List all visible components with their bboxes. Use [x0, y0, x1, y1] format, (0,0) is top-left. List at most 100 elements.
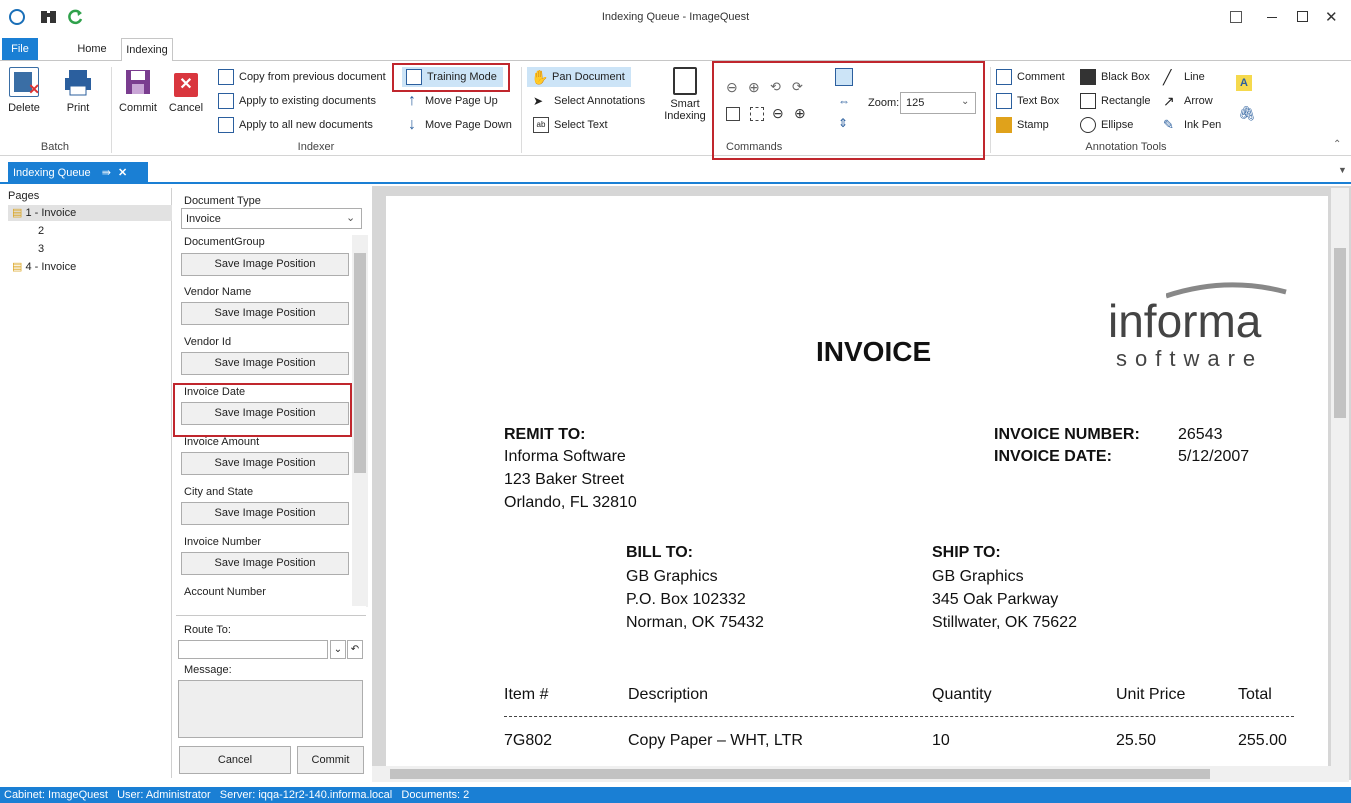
zoom-select[interactable]: 125 ⌄: [900, 92, 976, 114]
pin-icon[interactable]: ⇛: [102, 167, 111, 179]
next-icon[interactable]: ⊕: [748, 79, 760, 96]
ribbon: ✕ Delete Print Batch Commit ✕ Cancel Cop…: [0, 60, 1351, 160]
save-image-position-button[interactable]: Save Image Position: [181, 502, 349, 525]
attachment-icon[interactable]: 🖇: [1238, 105, 1256, 122]
fit-width-icon[interactable]: ⇔: [838, 94, 850, 108]
invoice-page: INVOICE informa software REMIT TO: Infor…: [386, 196, 1328, 766]
ellipse-icon: [1080, 117, 1096, 133]
text-box-button[interactable]: Text Box: [996, 91, 1059, 111]
tab-dropdown-icon[interactable]: ▼: [1338, 165, 1347, 175]
undo-icon[interactable]: ↶: [347, 640, 363, 659]
close-button[interactable]: ✕: [1325, 8, 1338, 26]
page-item[interactable]: ▤ 1 - Invoice: [8, 205, 172, 221]
save-image-position-button[interactable]: Save Image Position: [181, 352, 349, 375]
apply-icon: [218, 93, 234, 109]
chevron-down-icon[interactable]: ⌄: [330, 640, 346, 659]
tab-indexing[interactable]: Indexing: [121, 38, 173, 61]
ink-pen-button[interactable]: ✎ Ink Pen: [1163, 115, 1221, 135]
ship-line: GB Graphics: [932, 568, 1024, 585]
table-cell: 10: [932, 732, 950, 749]
pan-label: Pan Document: [552, 71, 625, 83]
commit-button[interactable]: Commit: [297, 746, 364, 774]
fit-page-icon[interactable]: [835, 68, 853, 86]
select-text-button[interactable]: ab Select Text: [533, 115, 608, 135]
smart-indexing-button[interactable]: Smart Indexing: [660, 67, 710, 122]
page-doc-icon: ▤: [12, 207, 23, 219]
column-header: Description: [628, 686, 709, 703]
arrow-down-icon: ↓: [408, 116, 416, 133]
save-image-position-button[interactable]: Save Image Position: [181, 452, 349, 475]
highlight-text-icon[interactable]: A: [1236, 75, 1252, 91]
save-image-position-button[interactable]: Save Image Position: [181, 253, 349, 276]
ribbon-display-icon[interactable]: [1230, 11, 1242, 23]
table-cell: 7G802: [504, 732, 553, 749]
rectangle-button[interactable]: Rectangle: [1080, 91, 1151, 111]
document-tab-bar: Indexing Queue ⇛ ✕ ▼: [0, 160, 1351, 184]
fit-height-icon[interactable]: ⇕: [838, 116, 848, 130]
arrow-button[interactable]: ↗ Arrow: [1163, 91, 1213, 111]
rotate-left-icon[interactable]: ⟲: [770, 79, 781, 95]
rotate-right-icon[interactable]: ⟳: [792, 79, 803, 95]
move-page-down-button[interactable]: ↓ Move Page Down: [404, 115, 512, 135]
scrollbar-thumb[interactable]: [354, 253, 366, 473]
invoice-number-label: INVOICE NUMBER:: [994, 426, 1140, 443]
remit-line: 123 Baker Street: [504, 471, 625, 488]
apply-new-icon: [218, 117, 234, 133]
cancel-ribbon-button[interactable]: ✕ Cancel: [164, 67, 208, 114]
close-tab-icon[interactable]: ✕: [118, 167, 127, 179]
scrollbar-thumb[interactable]: [390, 769, 1210, 779]
zoom-in-icon[interactable]: ⊕: [794, 105, 806, 122]
print-button[interactable]: Print: [56, 67, 100, 114]
scrollbar-thumb[interactable]: [1334, 248, 1346, 418]
stamp-icon: [996, 117, 1012, 133]
previous-icon[interactable]: ⊖: [726, 79, 738, 96]
document-type-select[interactable]: Invoice ⌄: [181, 208, 362, 229]
move-page-up-button[interactable]: ↑ Move Page Up: [404, 91, 498, 111]
tab-file[interactable]: File: [2, 38, 38, 60]
commit-button[interactable]: Commit: [116, 67, 160, 114]
select-annotations-button[interactable]: ➤ Select Annotations: [533, 91, 645, 111]
save-image-position-button[interactable]: Save Image Position: [181, 552, 349, 575]
fields-scrollbar[interactable]: [352, 235, 368, 607]
comment-icon: [996, 69, 1012, 85]
viewer-hscrollbar[interactable]: [372, 766, 1349, 782]
apply-new-button[interactable]: Apply to all new documents: [218, 115, 373, 135]
cancel-button[interactable]: Cancel: [179, 746, 291, 774]
status-bar: Cabinet: ImageQuest User: Administrator …: [0, 787, 1351, 803]
bill-line: GB Graphics: [626, 568, 718, 585]
zoom-rect-icon[interactable]: [750, 107, 764, 121]
delete-button[interactable]: ✕ Delete: [2, 67, 46, 114]
page-doc-icon: ▤: [12, 261, 23, 273]
annotation-group-label: Annotation Tools: [1085, 141, 1167, 153]
viewer-vscrollbar[interactable]: [1331, 188, 1349, 766]
column-header: Item #: [504, 686, 549, 703]
zoom-out-icon[interactable]: ⊖: [772, 105, 784, 122]
ink-pen-icon: ✎: [1163, 117, 1174, 132]
black-box-button[interactable]: Black Box: [1080, 67, 1150, 87]
maximize-button[interactable]: [1297, 11, 1308, 22]
collapse-ribbon-icon[interactable]: ⌃: [1333, 139, 1341, 150]
thumbnail-icon[interactable]: [726, 107, 740, 121]
tab-home[interactable]: Home: [72, 38, 112, 60]
message-textarea[interactable]: [178, 680, 363, 738]
table-cell: 25.50: [1116, 732, 1157, 749]
route-to-select[interactable]: [178, 640, 328, 659]
minimize-button[interactable]: [1267, 17, 1277, 18]
apply-existing-button[interactable]: Apply to existing documents: [218, 91, 376, 111]
copy-previous-button[interactable]: Copy from previous document: [218, 67, 386, 87]
text-box-label: Text Box: [1017, 95, 1060, 107]
pan-document-button[interactable]: ✋ Pan Document: [527, 67, 631, 87]
smart-label-1: Smart: [670, 98, 700, 110]
comment-button[interactable]: Comment: [996, 67, 1065, 87]
page-item[interactable]: ▤ 4 - Invoice: [12, 259, 76, 275]
line-button[interactable]: ╱ Line: [1163, 67, 1205, 87]
tab-indexing-queue[interactable]: Indexing Queue ⇛ ✕: [8, 162, 148, 184]
select-annotations-label: Select Annotations: [554, 95, 646, 107]
stamp-button[interactable]: Stamp: [996, 115, 1049, 135]
logo-main: informa: [1108, 295, 1262, 347]
ellipse-button[interactable]: Ellipse: [1080, 115, 1133, 135]
page-item[interactable]: 3: [38, 241, 44, 257]
smart-label-2: Indexing: [664, 110, 706, 122]
page-item[interactable]: 2: [38, 223, 44, 239]
save-image-position-button[interactable]: Save Image Position: [181, 302, 349, 325]
